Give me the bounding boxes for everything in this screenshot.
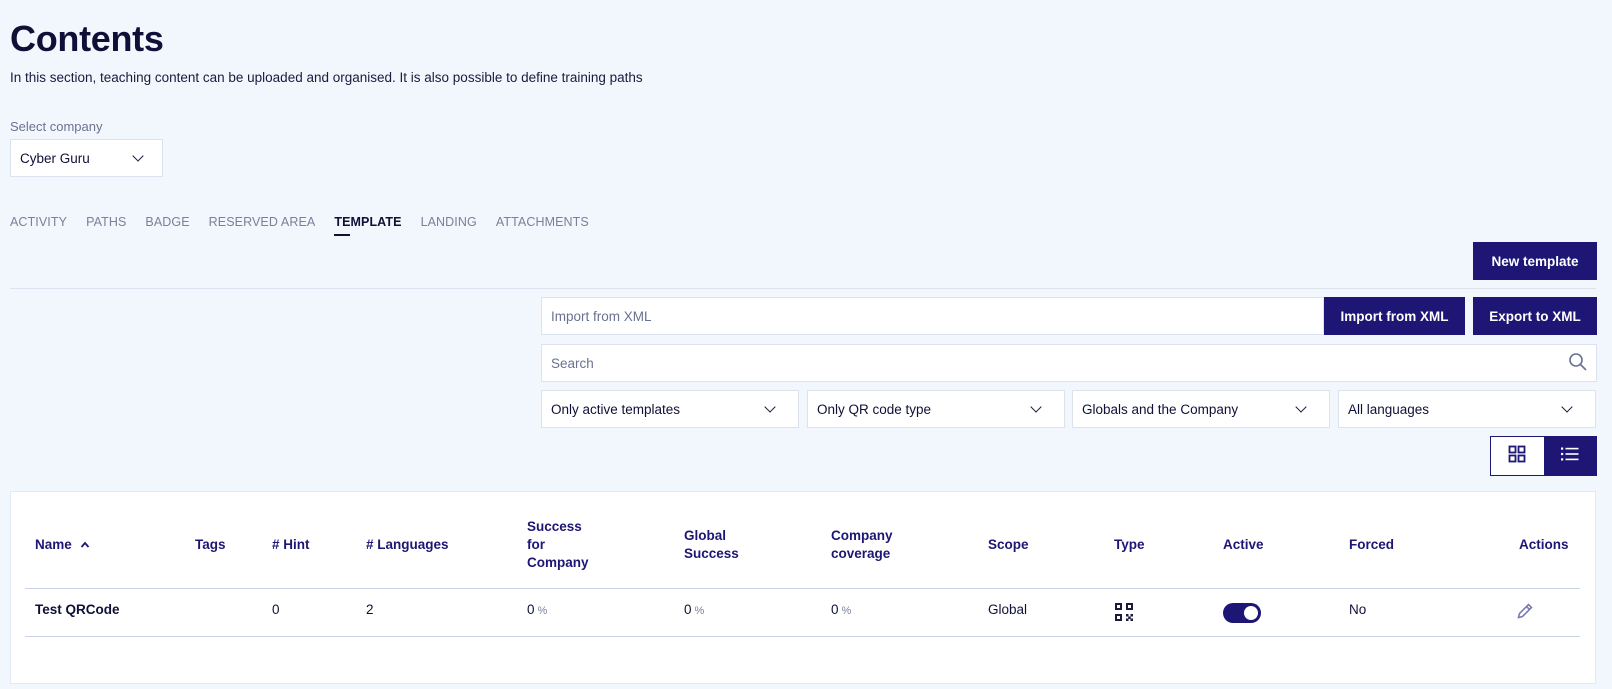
row-company-coverage-value: 0 xyxy=(831,602,839,617)
scope-filter-select[interactable]: Globals and the Company xyxy=(1072,390,1330,428)
column-header-line: Company xyxy=(527,555,589,570)
column-header-line: for xyxy=(527,537,545,552)
active-filter-select[interactable]: Only active templates xyxy=(541,390,799,428)
tab-paths[interactable]: PATHS xyxy=(86,215,126,237)
tab-reserved-area[interactable]: RESERVED AREA xyxy=(209,215,316,237)
company-select-value: Cyber Guru xyxy=(20,150,90,166)
search-icon[interactable] xyxy=(1568,352,1588,375)
table-header-divider xyxy=(25,588,1580,589)
view-toggle xyxy=(1490,436,1597,476)
row-name: Test QRCode xyxy=(35,602,120,617)
grid-icon xyxy=(1508,445,1526,468)
filter-value: Only QR code type xyxy=(817,401,932,417)
active-toggle[interactable] xyxy=(1223,603,1261,623)
tab-badge[interactable]: BADGE xyxy=(145,215,189,237)
column-header-scope: Scope xyxy=(988,537,1029,552)
page-subtitle: In this section, teaching content can be… xyxy=(10,70,643,85)
row-success-company: 0% xyxy=(527,602,547,617)
chevron-down-icon xyxy=(1295,401,1307,413)
column-header-line: Success xyxy=(684,546,739,561)
chevron-down-icon xyxy=(1030,401,1042,413)
search-input[interactable]: Search xyxy=(541,344,1597,382)
new-template-button[interactable]: New template xyxy=(1473,242,1597,280)
export-xml-button[interactable]: Export to XML xyxy=(1473,297,1597,335)
tab-template[interactable]: TEMPLATE xyxy=(334,215,401,237)
column-header-actions: Actions xyxy=(1519,537,1569,552)
import-xml-button[interactable]: Import from XML xyxy=(1324,297,1465,335)
sort-ascending-icon[interactable] xyxy=(80,536,90,554)
percent-symbol: % xyxy=(537,605,548,617)
column-header-success-company: Success for Company xyxy=(527,518,589,572)
chevron-down-icon xyxy=(1561,401,1573,413)
filter-value: Only active templates xyxy=(551,401,681,417)
row-global-success: 0% xyxy=(684,602,704,617)
column-header-name-label: Name xyxy=(35,537,72,552)
list-icon xyxy=(1560,446,1580,467)
chevron-down-icon xyxy=(764,401,776,413)
row-languages: 2 xyxy=(366,602,374,617)
tab-landing[interactable]: LANDING xyxy=(421,215,477,237)
grid-view-button[interactable] xyxy=(1491,437,1544,475)
import-xml-input[interactable]: Import from XML xyxy=(541,297,1324,335)
company-select-label: Select company xyxy=(10,119,103,134)
column-header-line: Success xyxy=(527,519,582,534)
column-header-languages: # Languages xyxy=(366,537,449,552)
column-header-tags: Tags xyxy=(195,537,226,552)
filter-value: Globals and the Company xyxy=(1082,401,1239,417)
column-header-global-success: Global Success xyxy=(684,527,739,563)
row-success-company-value: 0 xyxy=(527,602,535,617)
row-forced: No xyxy=(1349,602,1367,617)
column-header-name[interactable]: Name xyxy=(35,536,90,554)
page-title: Contents xyxy=(10,18,164,59)
row-hint: 0 xyxy=(272,602,280,617)
column-header-type: Type xyxy=(1114,537,1145,552)
type-filter-select[interactable]: Only QR code type xyxy=(807,390,1065,428)
chevron-down-icon xyxy=(132,150,144,162)
column-header-line: Global xyxy=(684,528,727,543)
column-header-active: Active xyxy=(1223,537,1264,552)
edit-pencil-icon[interactable] xyxy=(1516,602,1534,625)
row-company-coverage: 0% xyxy=(831,602,851,617)
row-scope: Global xyxy=(988,602,1028,617)
row-global-success-value: 0 xyxy=(684,602,692,617)
column-header-hint: # Hint xyxy=(272,537,310,552)
language-filter-select[interactable]: All languages xyxy=(1338,390,1596,428)
column-header-line: coverage xyxy=(831,546,891,561)
column-header-line: Company xyxy=(831,528,893,543)
content-tabs: ACTIVITY PATHS BADGE RESERVED AREA TEMPL… xyxy=(10,215,608,237)
tab-attachments[interactable]: ATTACHMENTS xyxy=(496,215,589,237)
tab-activity[interactable]: ACTIVITY xyxy=(10,215,67,237)
percent-symbol: % xyxy=(694,605,705,617)
search-placeholder: Search xyxy=(551,355,594,371)
list-view-button[interactable] xyxy=(1543,437,1596,475)
column-header-company-coverage: Company coverage xyxy=(831,527,893,563)
percent-symbol: % xyxy=(841,605,852,617)
qr-code-icon xyxy=(1114,602,1134,627)
column-header-forced: Forced xyxy=(1349,537,1395,552)
divider xyxy=(10,288,1596,289)
company-select[interactable]: Cyber Guru xyxy=(10,139,163,177)
table-row-divider xyxy=(25,636,1580,637)
filter-value: All languages xyxy=(1348,401,1430,417)
